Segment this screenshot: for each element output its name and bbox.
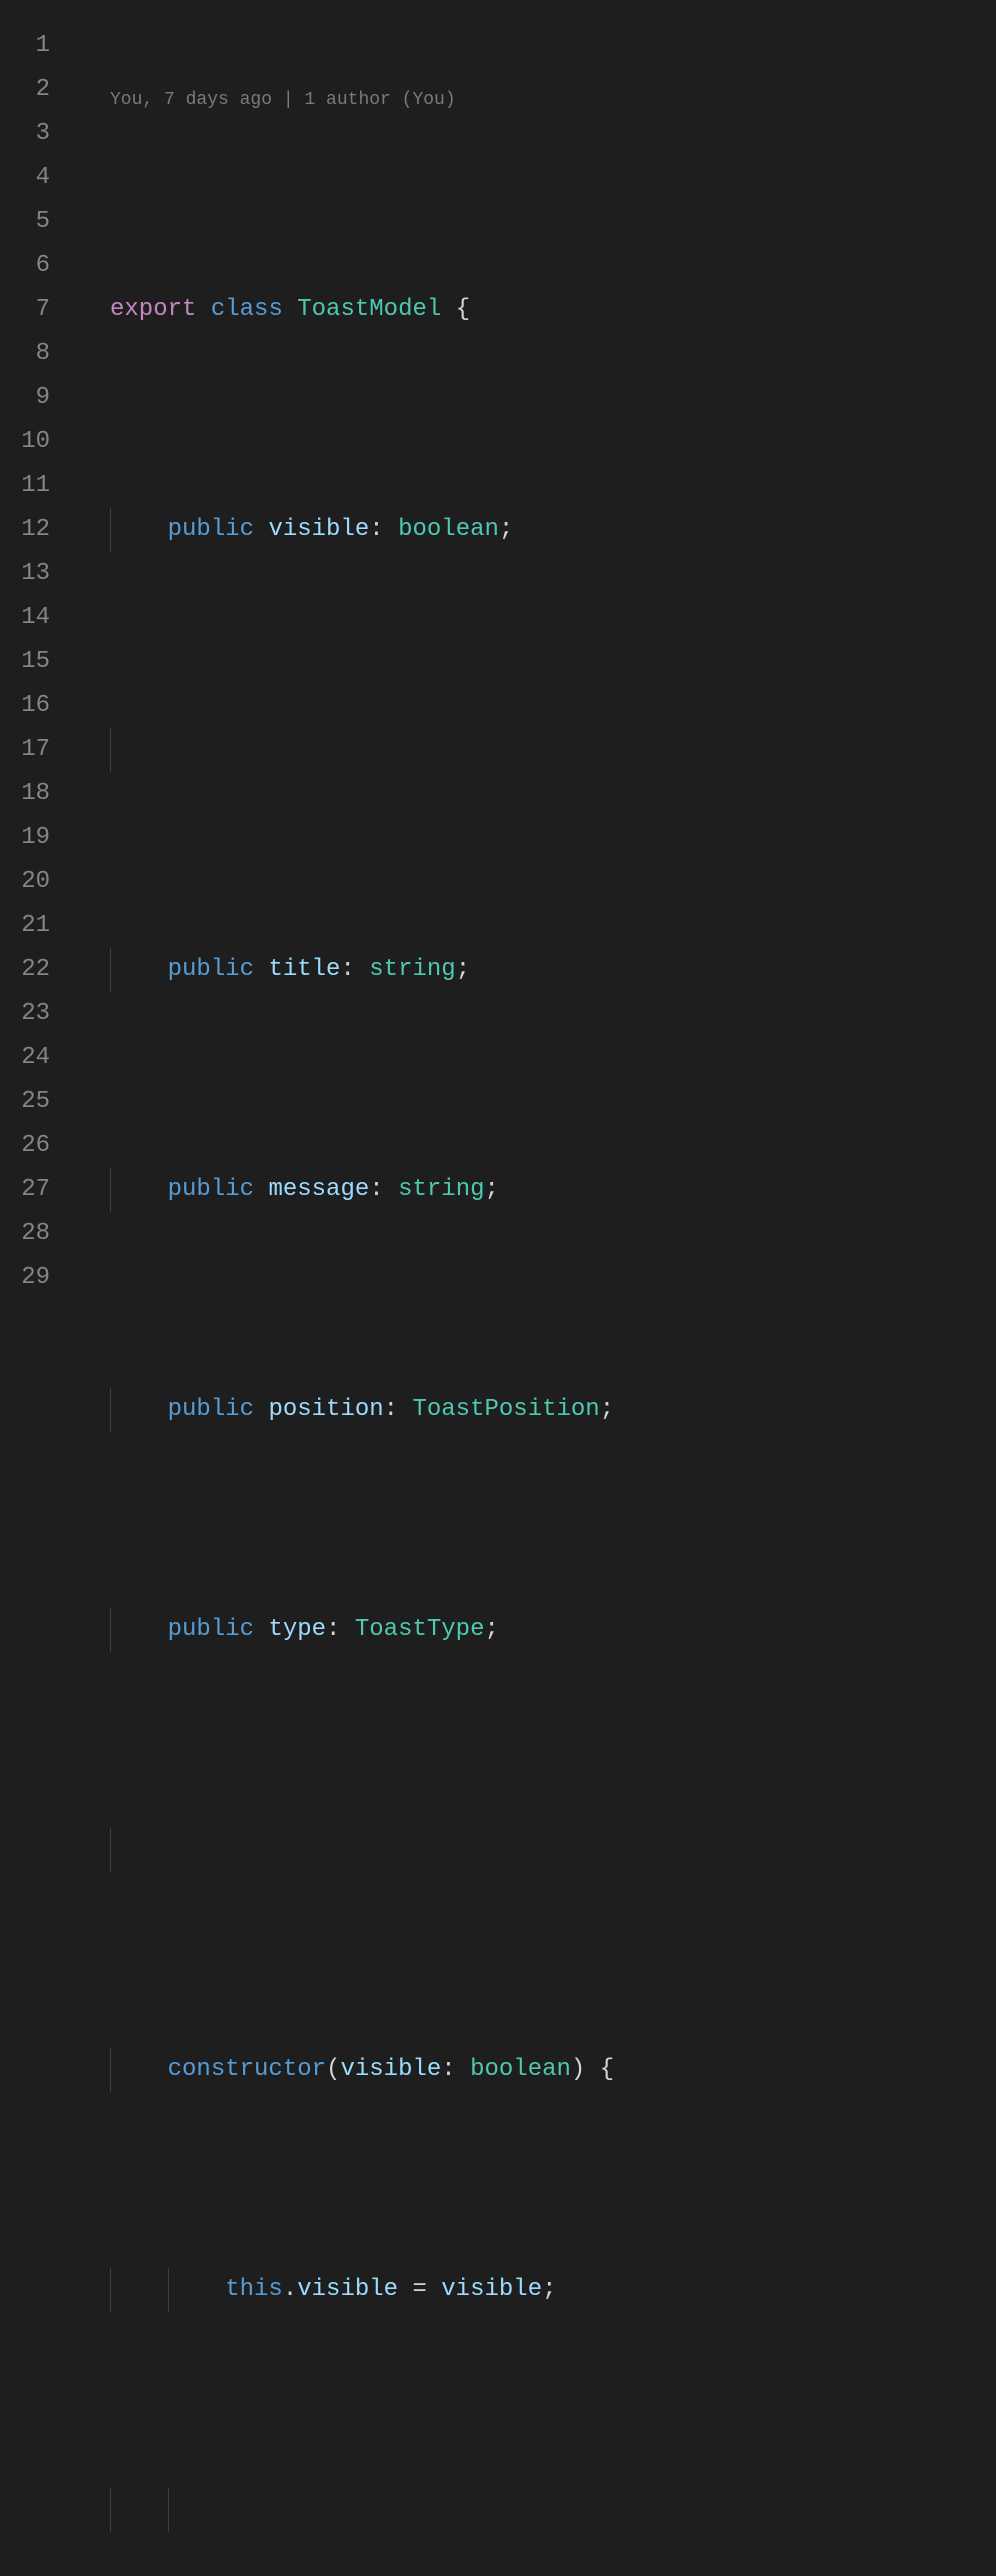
- code-line[interactable]: public position: ToastPosition;: [70, 1388, 996, 1432]
- code-line[interactable]: export class ToastModel {: [70, 288, 996, 332]
- code-line[interactable]: [70, 728, 996, 772]
- code-line[interactable]: public visible: boolean;: [70, 508, 996, 552]
- line-number: 18: [0, 772, 50, 816]
- line-number: 29: [0, 1256, 50, 1300]
- code-editor[interactable]: 1 2 3 4 5 6 7 8 9 10 11 12 13 14 15 16 1…: [0, 0, 996, 2576]
- code-line[interactable]: [70, 1828, 996, 1872]
- line-number: 19: [0, 816, 50, 860]
- line-number: 13: [0, 552, 50, 596]
- git-blame-codelens[interactable]: You, 7 days ago | 1 author (You): [70, 88, 996, 112]
- line-number: 21: [0, 904, 50, 948]
- code-line[interactable]: this.visible = visible;: [70, 2268, 996, 2312]
- line-number: 27: [0, 1168, 50, 1212]
- line-number: 1: [0, 24, 50, 68]
- line-number: 6: [0, 244, 50, 288]
- code-line[interactable]: public type: ToastType;: [70, 1608, 996, 1652]
- code-line[interactable]: public message: string;: [70, 1168, 996, 1212]
- code-line[interactable]: public title: string;: [70, 948, 996, 992]
- line-number: 7: [0, 288, 50, 332]
- code-line[interactable]: constructor(visible: boolean) {: [70, 2048, 996, 2092]
- code-line[interactable]: [70, 2488, 996, 2532]
- line-number: 4: [0, 156, 50, 200]
- line-number: 9: [0, 376, 50, 420]
- line-number: 3: [0, 112, 50, 156]
- line-number: 10: [0, 420, 50, 464]
- line-number: 20: [0, 860, 50, 904]
- line-number: 24: [0, 1036, 50, 1080]
- line-number: 5: [0, 200, 50, 244]
- line-number: 12: [0, 508, 50, 552]
- line-number: 26: [0, 1124, 50, 1168]
- line-number: 23: [0, 992, 50, 1036]
- line-number: 2: [0, 68, 50, 112]
- line-number: 17: [0, 728, 50, 772]
- line-number: 14: [0, 596, 50, 640]
- line-number: 25: [0, 1080, 50, 1124]
- line-number: 22: [0, 948, 50, 992]
- line-number: 16: [0, 684, 50, 728]
- line-number: 8: [0, 332, 50, 376]
- line-number: 28: [0, 1212, 50, 1256]
- code-content[interactable]: You, 7 days ago | 1 author (You) export …: [70, 0, 996, 2576]
- line-number: 11: [0, 464, 50, 508]
- line-number-gutter: 1 2 3 4 5 6 7 8 9 10 11 12 13 14 15 16 1…: [0, 0, 70, 2576]
- line-number: 15: [0, 640, 50, 684]
